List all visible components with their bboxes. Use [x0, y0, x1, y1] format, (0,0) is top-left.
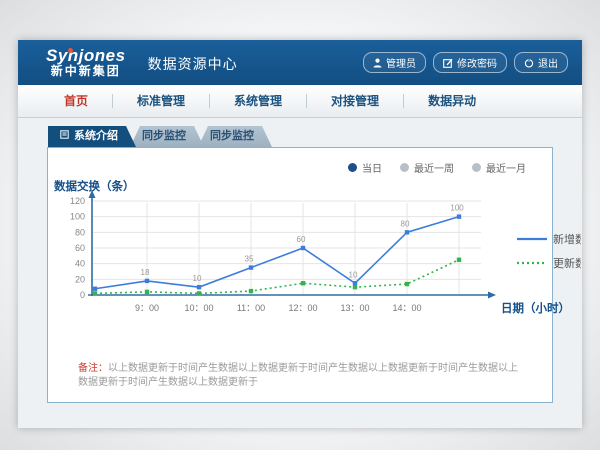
nav-item-standard-mgmt[interactable]: 标准管理: [113, 85, 209, 117]
data-point: [301, 281, 305, 285]
power-icon: [524, 58, 534, 68]
logo: Synjones 新中新集团: [46, 47, 126, 77]
y-tick-label: 100: [70, 212, 85, 222]
tab-system-intro[interactable]: 系统介绍: [48, 126, 136, 147]
user-actions: 管理员 修改密码 退出: [363, 52, 568, 73]
tab-label: 同步监控: [210, 126, 254, 147]
tab-sync-monitor-1[interactable]: 同步监控: [130, 126, 204, 147]
legend-label: 更新数据: [553, 256, 581, 270]
desktop-background: Synjones 新中新集团 数据资源中心 管理员 修改密码 退出: [0, 0, 600, 450]
tab-bar: 系统介绍 同步监控 同步监控: [48, 126, 582, 147]
user-button[interactable]: 管理员: [363, 52, 426, 73]
nav-item-home[interactable]: 首页: [40, 85, 112, 117]
data-point: [249, 289, 253, 293]
radio-dot: [472, 163, 481, 172]
radio-dot: [400, 163, 409, 172]
tab-sync-monitor-2[interactable]: 同步监控: [198, 126, 272, 147]
main-nav: 首页 标准管理 系统管理 对接管理 数据异动: [18, 85, 582, 118]
data-point: [93, 287, 97, 291]
radio-dot: [348, 163, 357, 172]
data-point: [353, 281, 357, 285]
x-tick-label: 13：00: [340, 303, 369, 313]
y-tick-label: 20: [75, 274, 85, 284]
series-更新数据: [95, 260, 459, 294]
data-point: [301, 246, 305, 250]
data-point-label: 18: [141, 268, 150, 277]
data-point: [249, 265, 253, 269]
logo-text-cn: 新中新集团: [46, 65, 126, 78]
change-password-label: 修改密码: [457, 55, 497, 70]
data-point-label: 80: [401, 219, 410, 228]
footnote: 备注：以上数据更新于时间产生数据以上数据更新于时间产生数据以上数据更新于时间产生…: [48, 350, 552, 390]
chart-svg: 0 20 40 60 80 100 120 9：00 10：00 11：00 12：00 13：00 1…: [48, 177, 581, 345]
x-tick-label: 9：00: [135, 303, 159, 313]
tab-label: 同步监控: [142, 126, 186, 147]
user-icon: [373, 58, 382, 68]
logout-label: 退出: [538, 55, 558, 70]
data-point: [405, 282, 409, 286]
content-area: 系统介绍 同步监控 同步监控 当日 最近一周: [18, 118, 582, 428]
data-point: [145, 279, 149, 283]
data-point-label: 10: [349, 270, 358, 279]
app-header: Synjones 新中新集团 数据资源中心 管理员 修改密码 退出: [18, 40, 582, 85]
data-point: [197, 291, 201, 295]
radio-last-week[interactable]: 最近一周: [400, 160, 454, 175]
page-title: 数据资源中心: [148, 52, 238, 74]
document-icon: [60, 126, 69, 147]
data-point-label: 60: [297, 235, 306, 244]
tab-panel: 当日 最近一周 最近一月 0 20 40 60 80 100 120 9：00 10：00 11：…: [47, 147, 553, 403]
x-axis-title: 日期（小时）: [501, 301, 570, 315]
user-button-label: 管理员: [386, 55, 416, 70]
x-tick-label: 14：00: [392, 303, 421, 313]
radio-last-month[interactable]: 最近一月: [472, 160, 526, 175]
data-point-label: 100: [450, 204, 464, 213]
radio-label: 最近一周: [414, 160, 454, 175]
radio-label: 当日: [362, 160, 382, 175]
y-tick-label: 0: [80, 290, 85, 300]
footnote-text: 以上数据更新于时间产生数据以上数据更新于时间产生数据以上数据更新于时间产生数据以…: [78, 363, 518, 388]
nav-item-integration-mgmt[interactable]: 对接管理: [307, 85, 403, 117]
x-axis-arrow: [488, 292, 496, 299]
data-point: [353, 285, 357, 289]
x-tick-label: 11：00: [237, 303, 265, 313]
nav-item-system-mgmt[interactable]: 系统管理: [210, 85, 306, 117]
change-password-button[interactable]: 修改密码: [433, 52, 507, 73]
data-point: [457, 258, 461, 262]
data-point: [405, 230, 409, 234]
data-point: [457, 214, 461, 218]
tab-label: 系统介绍: [74, 126, 118, 147]
y-tick-label: 80: [75, 227, 85, 237]
y-tick-label: 40: [75, 259, 85, 269]
radio-label: 最近一月: [486, 160, 526, 175]
line-chart: 0 20 40 60 80 100 120 9：00 10：00 11：00 12：00 13：00 1…: [48, 177, 552, 350]
app-window: Synjones 新中新集团 数据资源中心 管理员 修改密码 退出: [18, 40, 582, 428]
legend-label: 新增数据: [553, 232, 581, 246]
footnote-label: 备注：: [78, 363, 108, 374]
x-tick-label: 12：00: [288, 303, 317, 313]
y-axis-title: 数据交换（条）: [54, 179, 135, 193]
data-point: [145, 290, 149, 294]
y-tick-label: 60: [75, 243, 85, 253]
nav-item-data-change[interactable]: 数据异动: [404, 85, 500, 117]
logout-button[interactable]: 退出: [514, 52, 568, 73]
time-filter-group: 当日 最近一周 最近一月: [48, 148, 552, 175]
data-point-label: 35: [245, 255, 254, 264]
y-tick-label: 120: [70, 196, 85, 206]
logo-text-en: Synjones: [46, 47, 126, 65]
data-point: [93, 291, 97, 295]
edit-icon: [443, 58, 453, 68]
radio-today[interactable]: 当日: [348, 160, 382, 175]
x-tick-label: 10：00: [184, 303, 213, 313]
data-point-label: 10: [193, 274, 202, 283]
data-point: [197, 285, 201, 289]
